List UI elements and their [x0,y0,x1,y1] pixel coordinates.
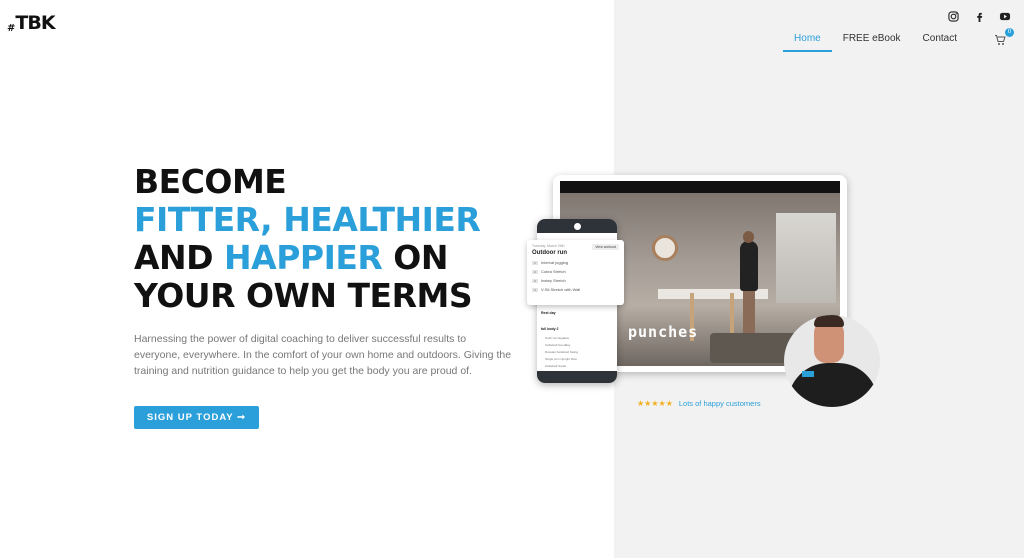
phone-header [537,219,617,233]
reviews-text: Lots of happy customers [678,399,761,408]
cart-count-badge: 0 [1005,28,1014,37]
headline-on: ON [382,238,448,277]
phone-full-body: full body 2 [541,327,559,331]
exercise-name: Instep Stretch [541,278,566,283]
workout-exercise: 4 V-Sit Stretch with Wall [532,287,619,292]
view-workout-button: View workout [592,244,619,250]
exercise-name: Interval jogging [541,260,569,265]
exercise-name: V-Sit Stretch with Wall [541,287,581,292]
app-logo-icon [573,222,581,230]
exercise-number: 1 [532,260,538,265]
workout-exercise: 3 Instep Stretch [532,278,619,283]
sign-up-button[interactable]: SIGN UP TODAY ➞ [134,406,259,429]
brand-logo[interactable]: #TBK [7,12,56,34]
video-window [776,213,836,303]
workout-exercise: 2 Cobra Stretch [532,269,619,274]
coach-photo [784,315,880,407]
nav-contact[interactable]: Contact [912,33,968,51]
logo-text: TBK [15,12,55,34]
hero-headline: BECOME FITTER, HEALTHIER AND HAPPIER ON … [134,162,481,315]
headline-line-4: YOUR OWN TERMS [134,276,473,315]
phone-exercise: Kettlebell Goodday [545,343,571,347]
coach-shirt [788,363,878,407]
workout-title: Outdoor run [532,250,567,256]
rating-stars-icon: ★★★★★ [637,399,673,408]
cart-button[interactable]: 0 [994,28,1014,47]
video-caption: punches [628,323,699,341]
phone-exercise: Single Arm Upright Row [545,357,577,361]
shirt-logo [802,371,814,377]
headline-line-3: AND HAPPIER ON [134,239,480,277]
nav-home[interactable]: Home [783,33,832,52]
exercise-number: 4 [532,287,538,292]
reviews-strip: ★★★★★ Lots of happy customers [637,399,761,408]
logo-hash: # [7,23,15,34]
exercise-name: Cobra Stretch [541,269,566,274]
cart-icon [995,35,1006,45]
hero-description: Harnessing the power of digital coaching… [134,333,512,377]
phone-exercise: Russian Kettlebell Swing [545,350,579,354]
phone-exercise: Push Up Negative [545,336,570,340]
social-links [946,9,1012,23]
headline-line-1: BECOME [134,162,287,201]
trainer-legs [743,289,755,333]
phone-rest-day: Rest day [541,311,556,315]
wall-clock [652,235,678,261]
headline-line-2: FITTER, HEALTHIER [134,200,481,239]
phone-tab-bar [537,371,617,383]
youtube-icon[interactable] [998,9,1012,23]
trainer-head [743,231,754,243]
exercise-number: 3 [532,278,538,283]
workout-exercise: 1 Interval jogging [532,260,619,265]
coach-hair [814,315,844,327]
headline-and: AND [134,238,225,277]
instagram-icon[interactable] [946,9,960,23]
exercise-number: 2 [532,269,538,274]
main-nav: Home FREE eBook Contact [783,33,968,52]
video-top-bar [560,181,840,193]
trainer-body [740,241,758,291]
headline-happier: HAPPIER [224,238,383,277]
phone-exercise: Kettlebell Squat [545,364,567,368]
facebook-icon[interactable] [972,9,986,23]
workout-card: Tuesday, March 26th View workout Outdoor… [527,240,624,305]
nav-free-ebook[interactable]: FREE eBook [832,33,912,51]
